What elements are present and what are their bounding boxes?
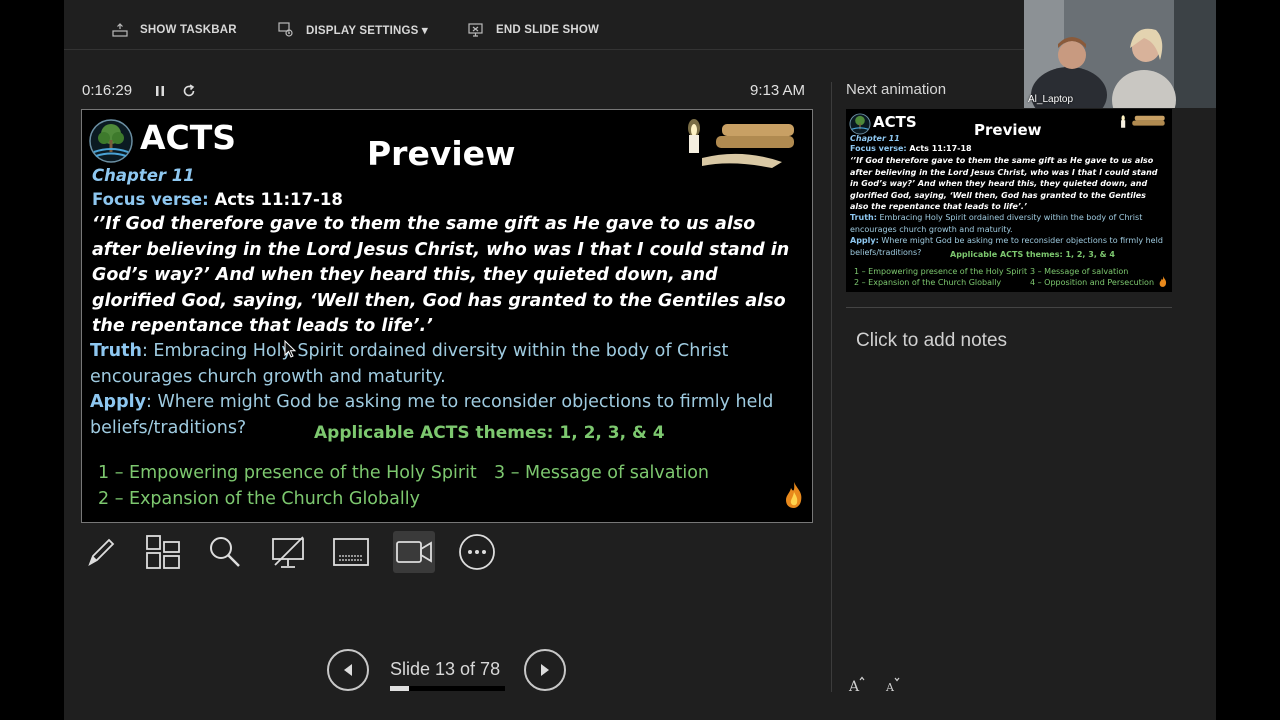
next-truth-label: Truth:	[850, 213, 877, 222]
next-focus-label: Focus verse:	[850, 144, 907, 153]
presenter-view: SHOW TASKBAR DISPLAY SETTINGS ▾ END SLID…	[64, 0, 1216, 720]
next-slide-thumbnail[interactable]: ACTS Preview Chapter 11 Focus verse: Act…	[846, 109, 1172, 292]
truth-text: : Embracing Holy Spirit ordained diversi…	[90, 341, 729, 387]
slide-themes-heading: Applicable ACTS themes: 1, 2, 3, & 4	[314, 423, 665, 443]
subtitles-button[interactable]	[330, 531, 372, 573]
restart-timer-button[interactable]	[180, 82, 198, 100]
flame-icon	[786, 482, 802, 508]
font-increase-icon: A	[848, 676, 865, 695]
next-apply-label: Apply:	[850, 236, 879, 245]
black-screen-button[interactable]	[267, 531, 309, 573]
see-all-slides-icon	[146, 535, 180, 569]
elapsed-timer: 0:16:29	[82, 82, 133, 99]
flame-icon-small	[1159, 276, 1167, 287]
participant-video[interactable]: Al_Laptop	[1024, 0, 1216, 108]
slide-theme-item: 2 – Expansion of the Church Globally	[98, 489, 420, 509]
show-taskbar-button[interactable]: SHOW TASKBAR	[112, 20, 237, 40]
toolbar-divider	[64, 49, 1024, 50]
slide-preview-heading: Preview	[367, 134, 516, 173]
acts-tree-logo	[89, 119, 133, 163]
font-decrease-icon: A	[885, 677, 900, 694]
next-arrow-icon	[541, 664, 549, 676]
end-slide-show-button[interactable]: END SLIDE SHOW	[468, 20, 599, 40]
next-themes-heading: Applicable ACTS themes: 1, 2, 3, & 4	[950, 250, 1115, 259]
camera-toggle-button[interactable]	[393, 531, 435, 573]
current-slide[interactable]: ACTS Preview Chapter 11 Focus verse: Act…	[81, 109, 813, 523]
next-focus-value: Acts 11:17-18	[909, 144, 972, 153]
focus-value: Acts 11:17-18	[214, 190, 343, 209]
candle-scroll-image	[688, 119, 794, 168]
previous-slide-button[interactable]	[327, 649, 369, 691]
next-focus-verse: Focus verse: Acts 11:17-18	[850, 144, 972, 153]
decrease-font-button[interactable]: A	[885, 676, 901, 698]
next-theme-item: 4 – Opposition and Persecution	[1030, 278, 1155, 287]
slide-verse: ‘’If God therefore gave to them the same…	[92, 214, 790, 336]
slide-truth: Truth: Embracing Holy Spirit ordained di…	[90, 338, 805, 390]
panel-divider[interactable]	[831, 82, 832, 692]
candle-scroll-image-small	[1121, 115, 1165, 128]
svg-text:A: A	[848, 679, 860, 694]
taskbar-icon	[112, 23, 128, 37]
previous-arrow-icon	[344, 664, 352, 676]
display-settings-icon	[278, 22, 293, 37]
slide-progress-fill	[390, 686, 410, 691]
focus-label: Focus verse:	[92, 190, 209, 209]
restart-icon	[183, 84, 195, 97]
acts-tree-logo-small	[849, 113, 871, 135]
current-time: 9:13 AM	[750, 82, 806, 99]
see-all-slides-button[interactable]	[142, 531, 184, 573]
participant-name: Al_Laptop	[1028, 94, 1074, 105]
pause-icon	[156, 86, 164, 96]
magnifier-icon	[210, 537, 240, 567]
notes-divider	[846, 307, 1172, 308]
next-preview: Preview	[974, 121, 1042, 139]
end-show-icon	[468, 23, 483, 37]
subtitles-icon	[333, 538, 369, 566]
zoom-slide-button[interactable]	[204, 531, 246, 573]
next-theme-item: 2 – Expansion of the Church Globally	[854, 278, 1002, 287]
next-chapter: Chapter 11	[850, 134, 900, 143]
slide-title: ACTS	[140, 118, 237, 157]
increase-font-button[interactable]: A	[848, 676, 866, 698]
next-slide-button[interactable]	[524, 649, 566, 691]
slide-counter[interactable]: Slide 13 of 78	[390, 659, 500, 680]
next-animation-label: Next animation	[846, 81, 947, 98]
truth-label: Truth	[90, 341, 142, 361]
slide-chapter: Chapter 11	[92, 166, 195, 185]
next-verse: ‘’If God therefore gave to them the same…	[850, 156, 1158, 211]
end-slide-show-label: END SLIDE SHOW	[496, 24, 600, 36]
next-theme-item: 3 – Message of salvation	[1030, 267, 1129, 276]
pause-timer-button[interactable]	[151, 82, 169, 100]
screen-off-icon	[272, 536, 304, 568]
pen-tool-button[interactable]	[80, 531, 122, 573]
next-theme-item: 1 – Empowering presence of the Holy Spir…	[854, 267, 1028, 276]
more-options-icon	[459, 534, 495, 570]
speaker-notes[interactable]: Click to add notes	[856, 330, 1007, 352]
more-options-button[interactable]	[456, 531, 498, 573]
pen-icon	[88, 538, 115, 567]
display-settings-button[interactable]: DISPLAY SETTINGS ▾	[278, 20, 428, 40]
slide-progress-bar	[390, 686, 505, 691]
slide-theme-item: 3 – Message of salvation	[494, 463, 710, 483]
slide-theme-item: 1 – Empowering presence of the Holy Spir…	[98, 463, 477, 483]
mouse-cursor-icon	[284, 340, 297, 358]
apply-label: Apply	[90, 392, 147, 412]
slide-focus-verse: Focus verse: Acts 11:17-18	[92, 190, 343, 209]
next-title: ACTS	[873, 113, 917, 131]
show-taskbar-label: SHOW TASKBAR	[140, 24, 237, 36]
video-feed-image	[1024, 0, 1216, 108]
video-camera-icon	[396, 541, 432, 563]
svg-text:A: A	[885, 681, 895, 694]
display-settings-label: DISPLAY SETTINGS ▾	[306, 25, 428, 37]
next-truth: Truth: Embracing Holy Spirit ordained di…	[850, 212, 1166, 235]
next-truth-text: Embracing Holy Spirit ordained diversity…	[850, 213, 1143, 234]
